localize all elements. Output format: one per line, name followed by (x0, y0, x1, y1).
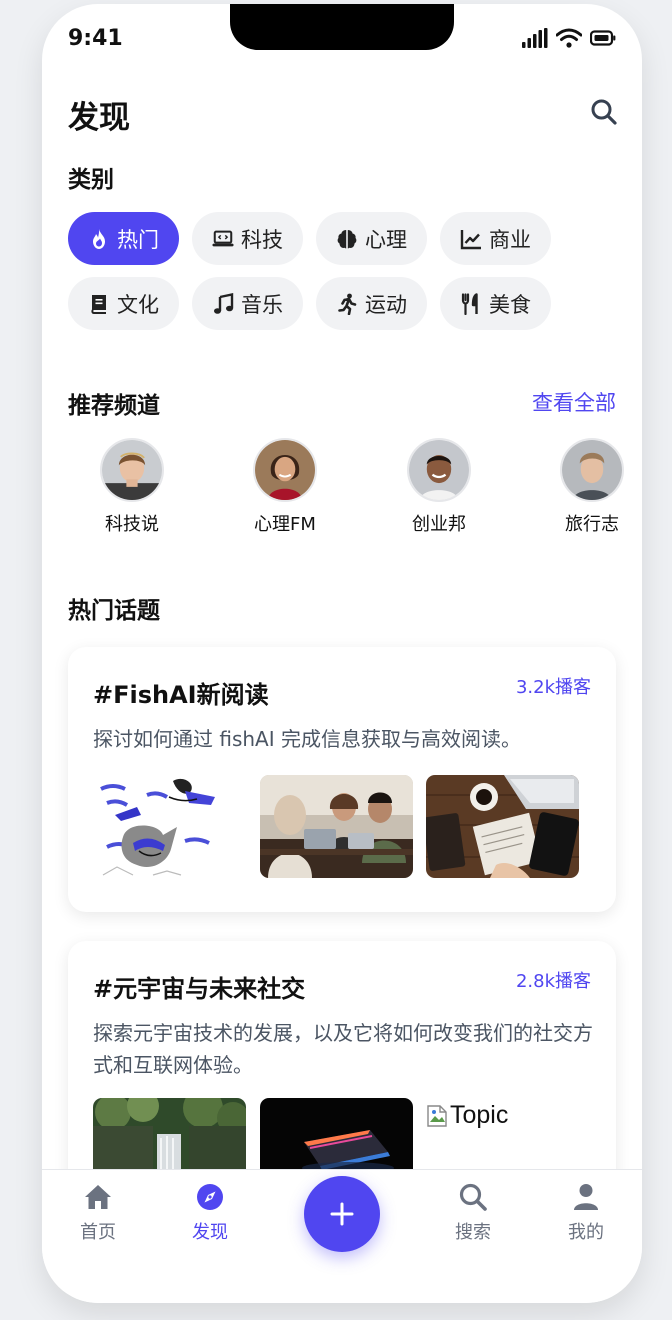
podcast-count: 2.8k播客 (515, 971, 591, 992)
topic-description: 探讨如何通过 fishAI 完成信息获取与高效阅读。 (93, 727, 521, 751)
channel-item[interactable]: 旅行志 (537, 438, 642, 536)
topic-thumbnail (93, 775, 246, 878)
notch (230, 4, 454, 50)
category-chip-hot[interactable]: 热门 (68, 212, 179, 265)
search-icon (459, 1183, 487, 1211)
topic-thumbnail (260, 775, 413, 878)
topic-title: #元宇宙与未来社交 (93, 975, 306, 1003)
channel-item[interactable]: 科技说 (77, 438, 187, 536)
channel-name: 心理FM (254, 514, 316, 535)
view-all-link[interactable]: 查看全部 (532, 387, 616, 417)
topic-title: #FishAI新阅读 (93, 681, 269, 709)
avatar (100, 438, 164, 502)
add-button[interactable] (304, 1176, 380, 1252)
laptop-code-icon (212, 230, 234, 246)
category-row-1: 热门 科技 心理 商业 (68, 212, 551, 265)
channel-item[interactable]: 心理FM (230, 438, 340, 536)
nav-label: 我的 (568, 1222, 604, 1243)
category-chip-music[interactable]: 音乐 (192, 277, 303, 330)
header-search-button[interactable] (590, 98, 618, 126)
team-meeting-image (260, 775, 413, 878)
avatar-image (255, 440, 315, 500)
running-icon (338, 293, 357, 315)
category-label: 科技 (241, 227, 283, 252)
cellular-signal-icon (522, 28, 548, 48)
nav-home[interactable]: 首页 (53, 1182, 143, 1244)
nav-label: 首页 (80, 1222, 116, 1243)
category-label: 音乐 (241, 292, 283, 317)
recommended-channels: 科技说 心理FM 创业邦 旅行志 (42, 438, 642, 538)
category-label: 商业 (489, 227, 531, 252)
avatar (253, 438, 317, 502)
category-chip-tech[interactable]: 科技 (192, 212, 303, 265)
avatar-image (409, 440, 469, 500)
avatar-image (562, 440, 622, 500)
category-label: 热门 (117, 227, 159, 252)
broken-image-icon (427, 1104, 447, 1127)
topic-thumbnail (426, 775, 579, 878)
channel-name: 创业邦 (412, 514, 466, 535)
channel-name: 旅行志 (565, 514, 619, 535)
page-title: 发现 (68, 100, 130, 136)
category-chip-food[interactable]: 美食 (440, 277, 551, 330)
utensils-icon (461, 292, 478, 315)
user-icon (574, 1184, 598, 1210)
status-time: 9:41 (68, 26, 123, 51)
topic-description: 探索元宇宙技术的发展，以及它将如何改变我们的社交方式和互联网体验。 (93, 1021, 593, 1077)
avatar (560, 438, 624, 502)
desk-workspace-image (426, 775, 579, 878)
home-icon (85, 1185, 111, 1209)
category-label: 运动 (365, 292, 407, 317)
music-icon (214, 292, 234, 314)
chart-line-icon (460, 229, 481, 249)
category-row-2: 文化 音乐 运动 美食 (68, 277, 551, 330)
broken-image-alt: Topic (450, 1101, 509, 1129)
channel-item[interactable]: 创业邦 (384, 438, 494, 536)
nav-search[interactable]: 搜索 (428, 1182, 518, 1244)
avatar-image (102, 440, 162, 500)
category-label: 美食 (489, 292, 531, 317)
broken-topic-image: Topic (426, 1101, 508, 1130)
topics-title: 热门话题 (68, 598, 160, 624)
illustration-image (93, 775, 246, 878)
category-chip-psychology[interactable]: 心理 (316, 212, 427, 265)
compass-icon (197, 1184, 223, 1210)
categories-title: 类别 (68, 167, 114, 193)
category-label: 心理 (365, 227, 407, 252)
book-icon (91, 294, 106, 314)
topic-card[interactable]: #FishAI新阅读 3.2k播客 探讨如何通过 fishAI 完成信息获取与高… (68, 647, 616, 912)
channels-title: 推荐频道 (68, 393, 160, 419)
bottom-navigation: 首页 发现 搜索 我的 (42, 1169, 642, 1303)
category-chip-culture[interactable]: 文化 (68, 277, 179, 330)
category-chip-business[interactable]: 商业 (440, 212, 551, 265)
category-label: 文化 (117, 292, 159, 317)
plus-icon (330, 1202, 354, 1226)
nav-profile[interactable]: 我的 (541, 1182, 631, 1244)
fire-icon (93, 228, 105, 249)
battery-icon (590, 30, 616, 46)
topic-card[interactable]: #元宇宙与未来社交 2.8k播客 探索元宇宙技术的发展，以及它将如何改变我们的社… (68, 941, 616, 1201)
podcast-count: 3.2k播客 (515, 677, 591, 698)
search-icon (591, 99, 617, 125)
wifi-icon (556, 28, 582, 48)
channel-name: 科技说 (105, 514, 159, 535)
nav-label: 搜索 (455, 1222, 491, 1243)
phone-frame: 9:41 发现 类别 热门 科技 心理 商业 文化 音乐 运动 美食 推荐频道 … (42, 4, 642, 1303)
nav-discover[interactable]: 发现 (165, 1182, 255, 1244)
avatar (407, 438, 471, 502)
status-icons (522, 28, 616, 48)
nav-label: 发现 (192, 1222, 228, 1243)
category-chip-sports[interactable]: 运动 (316, 277, 427, 330)
brain-icon (337, 229, 357, 248)
